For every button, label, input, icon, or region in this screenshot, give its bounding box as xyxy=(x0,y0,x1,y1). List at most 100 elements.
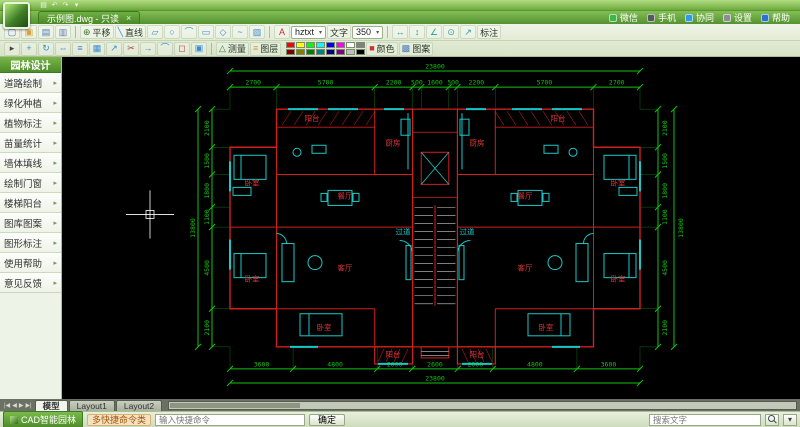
undo-icon[interactable]: ↶ xyxy=(49,1,60,10)
font-family-combo[interactable]: hztxt ▾ xyxy=(291,25,327,39)
sidebar-item-意见反馈[interactable]: 意见反馈 ▸ xyxy=(0,273,61,293)
phone-button[interactable]: 手机 xyxy=(646,11,676,24)
scale-icon[interactable]: ↗ xyxy=(106,41,122,56)
color-swatch[interactable] xyxy=(356,49,366,55)
dim-vertical-icon[interactable]: ↕ xyxy=(409,25,426,39)
color-swatch[interactable] xyxy=(326,49,336,55)
sidebar-item-墙体填线[interactable]: 墙体填线 ▸ xyxy=(0,153,61,173)
color-swatch[interactable] xyxy=(306,49,316,55)
sidebar-item-绘制门窗[interactable]: 绘制门窗 ▸ xyxy=(0,173,61,193)
quick-menu-dropdown-icon[interactable]: ▾ xyxy=(71,1,82,10)
color-swatch[interactable] xyxy=(316,42,326,48)
rotate-icon-glyph: ↻ xyxy=(42,43,50,53)
polyline-icon[interactable]: ▱ xyxy=(147,25,163,39)
color-swatch[interactable] xyxy=(336,49,346,55)
search-input[interactable] xyxy=(649,413,761,426)
document-tabbar: 示例图.dwg - 只读 × 微信 手机 协同 设置 帮助 xyxy=(0,11,800,24)
erase-icon[interactable]: ◻ xyxy=(174,41,190,56)
color-swatch[interactable] xyxy=(336,42,346,48)
brand-button[interactable]: CAD智能园林 xyxy=(3,411,84,427)
svg-text:2100: 2100 xyxy=(203,320,211,336)
document-tab[interactable]: 示例图.dwg - 只读 × xyxy=(38,11,141,24)
polygon-icon-glyph: ◇ xyxy=(219,26,227,37)
select-tool[interactable]: ▸ xyxy=(4,41,20,56)
confirm-button[interactable]: 确定 xyxy=(309,413,346,426)
layout-tab-Layout2[interactable]: Layout2 xyxy=(115,399,163,411)
sidebar-item-图库图案[interactable]: 图库图案 ▸ xyxy=(0,213,61,233)
color-swatch[interactable] xyxy=(326,42,336,48)
circle-icon[interactable]: ○ xyxy=(164,25,180,39)
sidebar-item-楼梯阳台[interactable]: 楼梯阳台 ▸ xyxy=(0,193,61,213)
layers-tool[interactable]: ≡ 图层 xyxy=(249,41,282,56)
color-swatch[interactable] xyxy=(346,49,356,55)
color-swatch[interactable] xyxy=(286,42,296,48)
text-style-icon[interactable]: A xyxy=(274,25,290,39)
measure-tool[interactable]: △ 测量 xyxy=(216,41,249,56)
pan-tool[interactable]: ⊕ 平移 xyxy=(80,25,114,39)
color-swatch[interactable] xyxy=(306,42,316,48)
drawing-canvas[interactable]: 23800 2700 5700 2200 500 1600 500 2200 5700 2700 3… xyxy=(62,57,800,399)
room-label: 阳台 xyxy=(551,113,566,123)
sidebar-item-植物标注[interactable]: 植物标注 ▸ xyxy=(0,113,61,133)
pattern-tool[interactable]: ▩ 图案 xyxy=(398,41,434,56)
close-tab-icon[interactable]: × xyxy=(126,13,131,23)
command-category-label[interactable]: 多快捷命令类 xyxy=(87,413,152,426)
color-swatch[interactable] xyxy=(316,49,326,55)
sidebar-item-使用帮助[interactable]: 使用帮助 ▸ xyxy=(0,253,61,273)
rotate-icon[interactable]: ↻ xyxy=(38,41,54,56)
text-height-combo[interactable]: 350 ▾ xyxy=(352,25,384,39)
save-icon[interactable]: ▤ xyxy=(38,1,49,10)
sidebar-item-道路绘制[interactable]: 道路绘制 ▸ xyxy=(0,73,61,93)
color-swatch[interactable] xyxy=(346,42,356,48)
color-swatch[interactable] xyxy=(296,49,306,55)
color-swatch[interactable] xyxy=(356,42,366,48)
dim-angular-icon[interactable]: ∠ xyxy=(426,25,443,39)
layout-nav-icon-3[interactable]: ▶| xyxy=(24,402,32,409)
scrollbar-thumb[interactable] xyxy=(170,402,301,408)
line-tool[interactable]: ╲ 直线 xyxy=(114,25,146,39)
horizontal-scrollbar[interactable] xyxy=(168,400,797,410)
layout-nav-icon-0[interactable]: |◀ xyxy=(3,402,11,409)
sidebar-item-label: 苗量统计 xyxy=(4,138,43,150)
layout-nav-icon-2[interactable]: ▶ xyxy=(18,402,25,409)
redo-icon[interactable]: ↷ xyxy=(60,1,71,10)
rectangle-icon[interactable]: ▭ xyxy=(198,25,214,39)
arc-icon[interactable]: ⌒ xyxy=(181,25,197,39)
wechat-button[interactable]: 微信 xyxy=(608,11,638,24)
dim-radius-icon[interactable]: ⊙ xyxy=(443,25,460,39)
search-options-button[interactable]: ▾ xyxy=(783,413,797,426)
extend-icon[interactable]: → xyxy=(140,41,156,56)
hatch-icon[interactable]: ▨ xyxy=(249,25,265,39)
app-logo[interactable] xyxy=(3,2,30,29)
layout-nav-icon-1[interactable]: ◀ xyxy=(11,402,18,409)
color-swatch[interactable] xyxy=(296,42,306,48)
collaborate-button[interactable]: 协同 xyxy=(684,11,714,24)
offset-icon[interactable]: ≡ xyxy=(72,41,88,56)
settings-button[interactable]: 设置 xyxy=(722,11,752,24)
save-file-icon[interactable]: ▤ xyxy=(38,25,54,39)
dim-leader-icon[interactable]: ↗ xyxy=(460,25,477,39)
dim-linear-icon[interactable]: ↔ xyxy=(392,25,409,39)
settings-icon xyxy=(722,13,731,22)
spline-icon[interactable]: ~ xyxy=(232,25,248,39)
fillet-icon[interactable]: ⌒ xyxy=(157,41,173,56)
sidebar-item-图形标注[interactable]: 图形标注 ▸ xyxy=(0,233,61,253)
color-tool[interactable]: ■ 颜色 xyxy=(366,41,398,56)
layout-tab-模型[interactable]: 模型 xyxy=(34,399,68,411)
text-tool[interactable]: 文字 xyxy=(327,25,352,39)
print-icon[interactable]: ▥ xyxy=(55,25,71,39)
sidebar-item-苗量统计[interactable]: 苗量统计 ▸ xyxy=(0,133,61,153)
sidebar-item-绿化种植[interactable]: 绿化种植 ▸ xyxy=(0,93,61,113)
layout-tab-Layout1[interactable]: Layout1 xyxy=(68,399,115,411)
trim-icon[interactable]: ✂ xyxy=(123,41,139,56)
command-input[interactable] xyxy=(155,413,306,426)
move-icon[interactable]: + xyxy=(21,41,37,56)
dimension-group[interactable]: 标注 xyxy=(477,25,502,39)
search-button[interactable] xyxy=(765,413,779,426)
copy-icon[interactable]: ▣ xyxy=(191,41,207,56)
polygon-icon[interactable]: ◇ xyxy=(215,25,231,39)
mirror-icon[interactable]: ⇔ xyxy=(55,41,71,56)
array-icon[interactable]: ▦ xyxy=(89,41,105,56)
color-swatch[interactable] xyxy=(286,49,296,55)
help-button[interactable]: 帮助 xyxy=(760,11,790,24)
